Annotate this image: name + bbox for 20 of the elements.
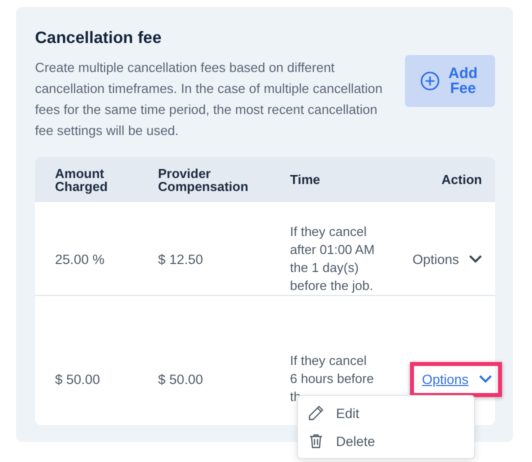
chevron-down-icon xyxy=(478,375,492,383)
menu-item[interactable]: Delete xyxy=(298,427,474,455)
chevron-down-icon xyxy=(469,255,482,263)
description-text: Create multiple cancellation fees based on different cancellation timeframes. In the case of multiple cancellation fees for the same time period, the most recent cancellation fee settings will be used. xyxy=(35,59,384,140)
options-button[interactable]: Options xyxy=(412,250,482,268)
table-cell-text: $ 50.00 xyxy=(158,372,204,386)
table-cell-text: $ 12.50 xyxy=(158,252,204,266)
options-button[interactable]: Options xyxy=(422,370,492,388)
column-header: Provider Compensation xyxy=(158,166,250,192)
menu-item[interactable]: Edit xyxy=(298,399,474,427)
trash-icon xyxy=(308,433,324,449)
column-header: Action xyxy=(442,173,482,186)
column-header: Time xyxy=(290,173,322,186)
section-title: Cancellation fee xyxy=(35,29,163,48)
table-cell: If they cancel after 01:00 AM the 1 day(s) before the job. xyxy=(290,223,376,295)
column-header: Amount Charged xyxy=(55,166,109,192)
table-cell-text: $ 50.00 xyxy=(55,372,102,386)
pencil-icon xyxy=(308,405,324,421)
table-cell-text: 25.00 % xyxy=(55,252,106,266)
plus-circle-icon xyxy=(420,71,440,91)
